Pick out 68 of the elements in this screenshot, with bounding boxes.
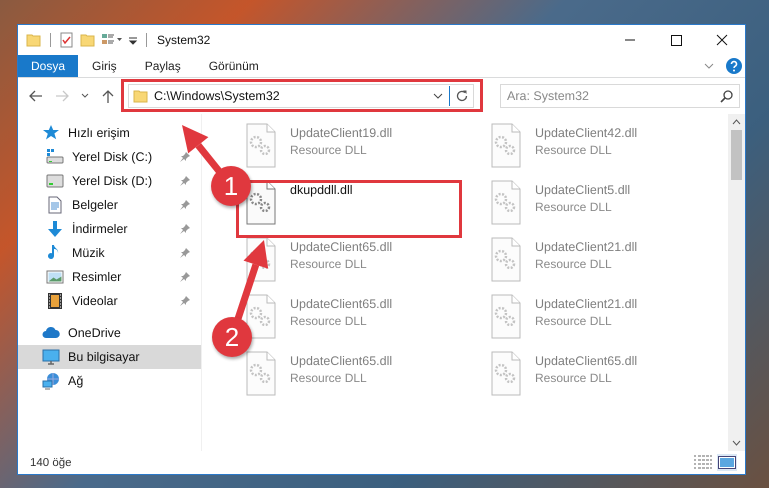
pin-icon[interactable] bbox=[179, 175, 191, 187]
picture-icon bbox=[46, 268, 64, 286]
file-name[interactable]: UpdateClient65.dll bbox=[535, 354, 638, 368]
file-name[interactable]: UpdateClient5.dll bbox=[535, 183, 630, 197]
file-type: Resource DLL bbox=[535, 314, 613, 328]
file-name[interactable]: UpdateClient21.dll bbox=[535, 240, 638, 254]
back-arrow-icon[interactable] bbox=[28, 88, 44, 104]
refresh-icon[interactable] bbox=[455, 89, 469, 103]
sidebar-item[interactable]: Müzik bbox=[18, 241, 201, 265]
file-name[interactable]: dkupddll.dll bbox=[290, 183, 353, 197]
search-field[interactable]: Ara: System32 bbox=[500, 84, 740, 108]
drive-icon bbox=[46, 172, 64, 190]
help-icon[interactable] bbox=[725, 57, 743, 75]
sidebar-item[interactable]: Resimler bbox=[18, 265, 201, 289]
sidebar-item[interactable]: OneDrive bbox=[18, 321, 131, 345]
document-icon bbox=[46, 196, 64, 214]
file-type: Resource DLL bbox=[290, 143, 368, 157]
pin-icon[interactable] bbox=[179, 223, 191, 235]
address-path: C:\Windows\System32 bbox=[154, 89, 281, 103]
network-icon bbox=[42, 372, 60, 390]
sidebar-item[interactable]: İndirmeler bbox=[18, 217, 201, 241]
file-name[interactable]: UpdateClient42.dll bbox=[535, 126, 638, 140]
sidebar-item[interactable]: Ağ bbox=[18, 369, 94, 393]
file-name[interactable]: UpdateClient65.dll bbox=[290, 240, 392, 254]
sidebar-item[interactable]: Yerel Disk (C:) bbox=[18, 145, 201, 169]
film-icon bbox=[46, 292, 64, 310]
file-type: Resource DLL bbox=[290, 371, 368, 385]
dll-file-icon[interactable] bbox=[244, 294, 278, 340]
pin-icon[interactable] bbox=[179, 247, 191, 259]
drive-icon bbox=[46, 148, 64, 166]
star-icon bbox=[42, 124, 60, 142]
file-name[interactable]: UpdateClient65.dll bbox=[290, 297, 392, 311]
search-icon[interactable] bbox=[720, 89, 734, 103]
file-menu-tab[interactable]: Dosya bbox=[18, 55, 78, 77]
address-bar[interactable]: C:\Windows\System32 bbox=[128, 84, 474, 108]
sidebar-item[interactable]: Videolar bbox=[18, 289, 201, 313]
item-count: 140 öğe bbox=[30, 456, 72, 468]
down-arrow-icon bbox=[46, 220, 64, 238]
monitor-icon bbox=[42, 348, 60, 366]
file-type: Resource DLL bbox=[535, 200, 613, 214]
pin-icon[interactable] bbox=[179, 271, 191, 283]
file-name[interactable]: UpdateClient65.dll bbox=[290, 354, 392, 368]
window-title: System32 bbox=[157, 33, 210, 47]
file-type: Resource DLL bbox=[290, 314, 368, 328]
up-arrow-icon[interactable] bbox=[100, 88, 116, 104]
sidebar-item[interactable]: Belgeler bbox=[18, 193, 201, 217]
file-type: Resource DLL bbox=[535, 371, 613, 385]
sidebar-item[interactable]: Bu bilgisayar bbox=[18, 345, 201, 369]
ribbon-tab[interactable]: Paylaş bbox=[130, 55, 195, 77]
file-type: Resource DLL bbox=[535, 143, 613, 157]
pin-icon[interactable] bbox=[179, 151, 191, 163]
ribbon-tab[interactable]: Görünüm bbox=[194, 55, 273, 77]
details-view-icon[interactable] bbox=[693, 454, 713, 471]
dll-file-icon[interactable] bbox=[244, 180, 278, 226]
scrollbar[interactable] bbox=[728, 114, 745, 451]
pin-icon[interactable] bbox=[179, 295, 191, 307]
file-type: Resource DLL bbox=[535, 257, 613, 271]
pin-icon[interactable] bbox=[179, 199, 191, 211]
sidebar-item[interactable]: Yerel Disk (D:) bbox=[18, 169, 201, 193]
large-icons-view-icon[interactable] bbox=[717, 454, 737, 471]
properties-icon[interactable] bbox=[59, 32, 75, 48]
folder-icon bbox=[133, 88, 149, 104]
sidebar-item[interactable]: Hızlı erişim bbox=[18, 121, 140, 145]
scroll-thumb[interactable] bbox=[731, 130, 742, 180]
file-name[interactable]: UpdateClient21.dll bbox=[535, 297, 638, 311]
file-name[interactable]: UpdateClient19.dll bbox=[290, 126, 392, 140]
ribbon-tab[interactable]: Giriş bbox=[78, 55, 131, 77]
file-type: Resource DLL bbox=[290, 257, 368, 271]
